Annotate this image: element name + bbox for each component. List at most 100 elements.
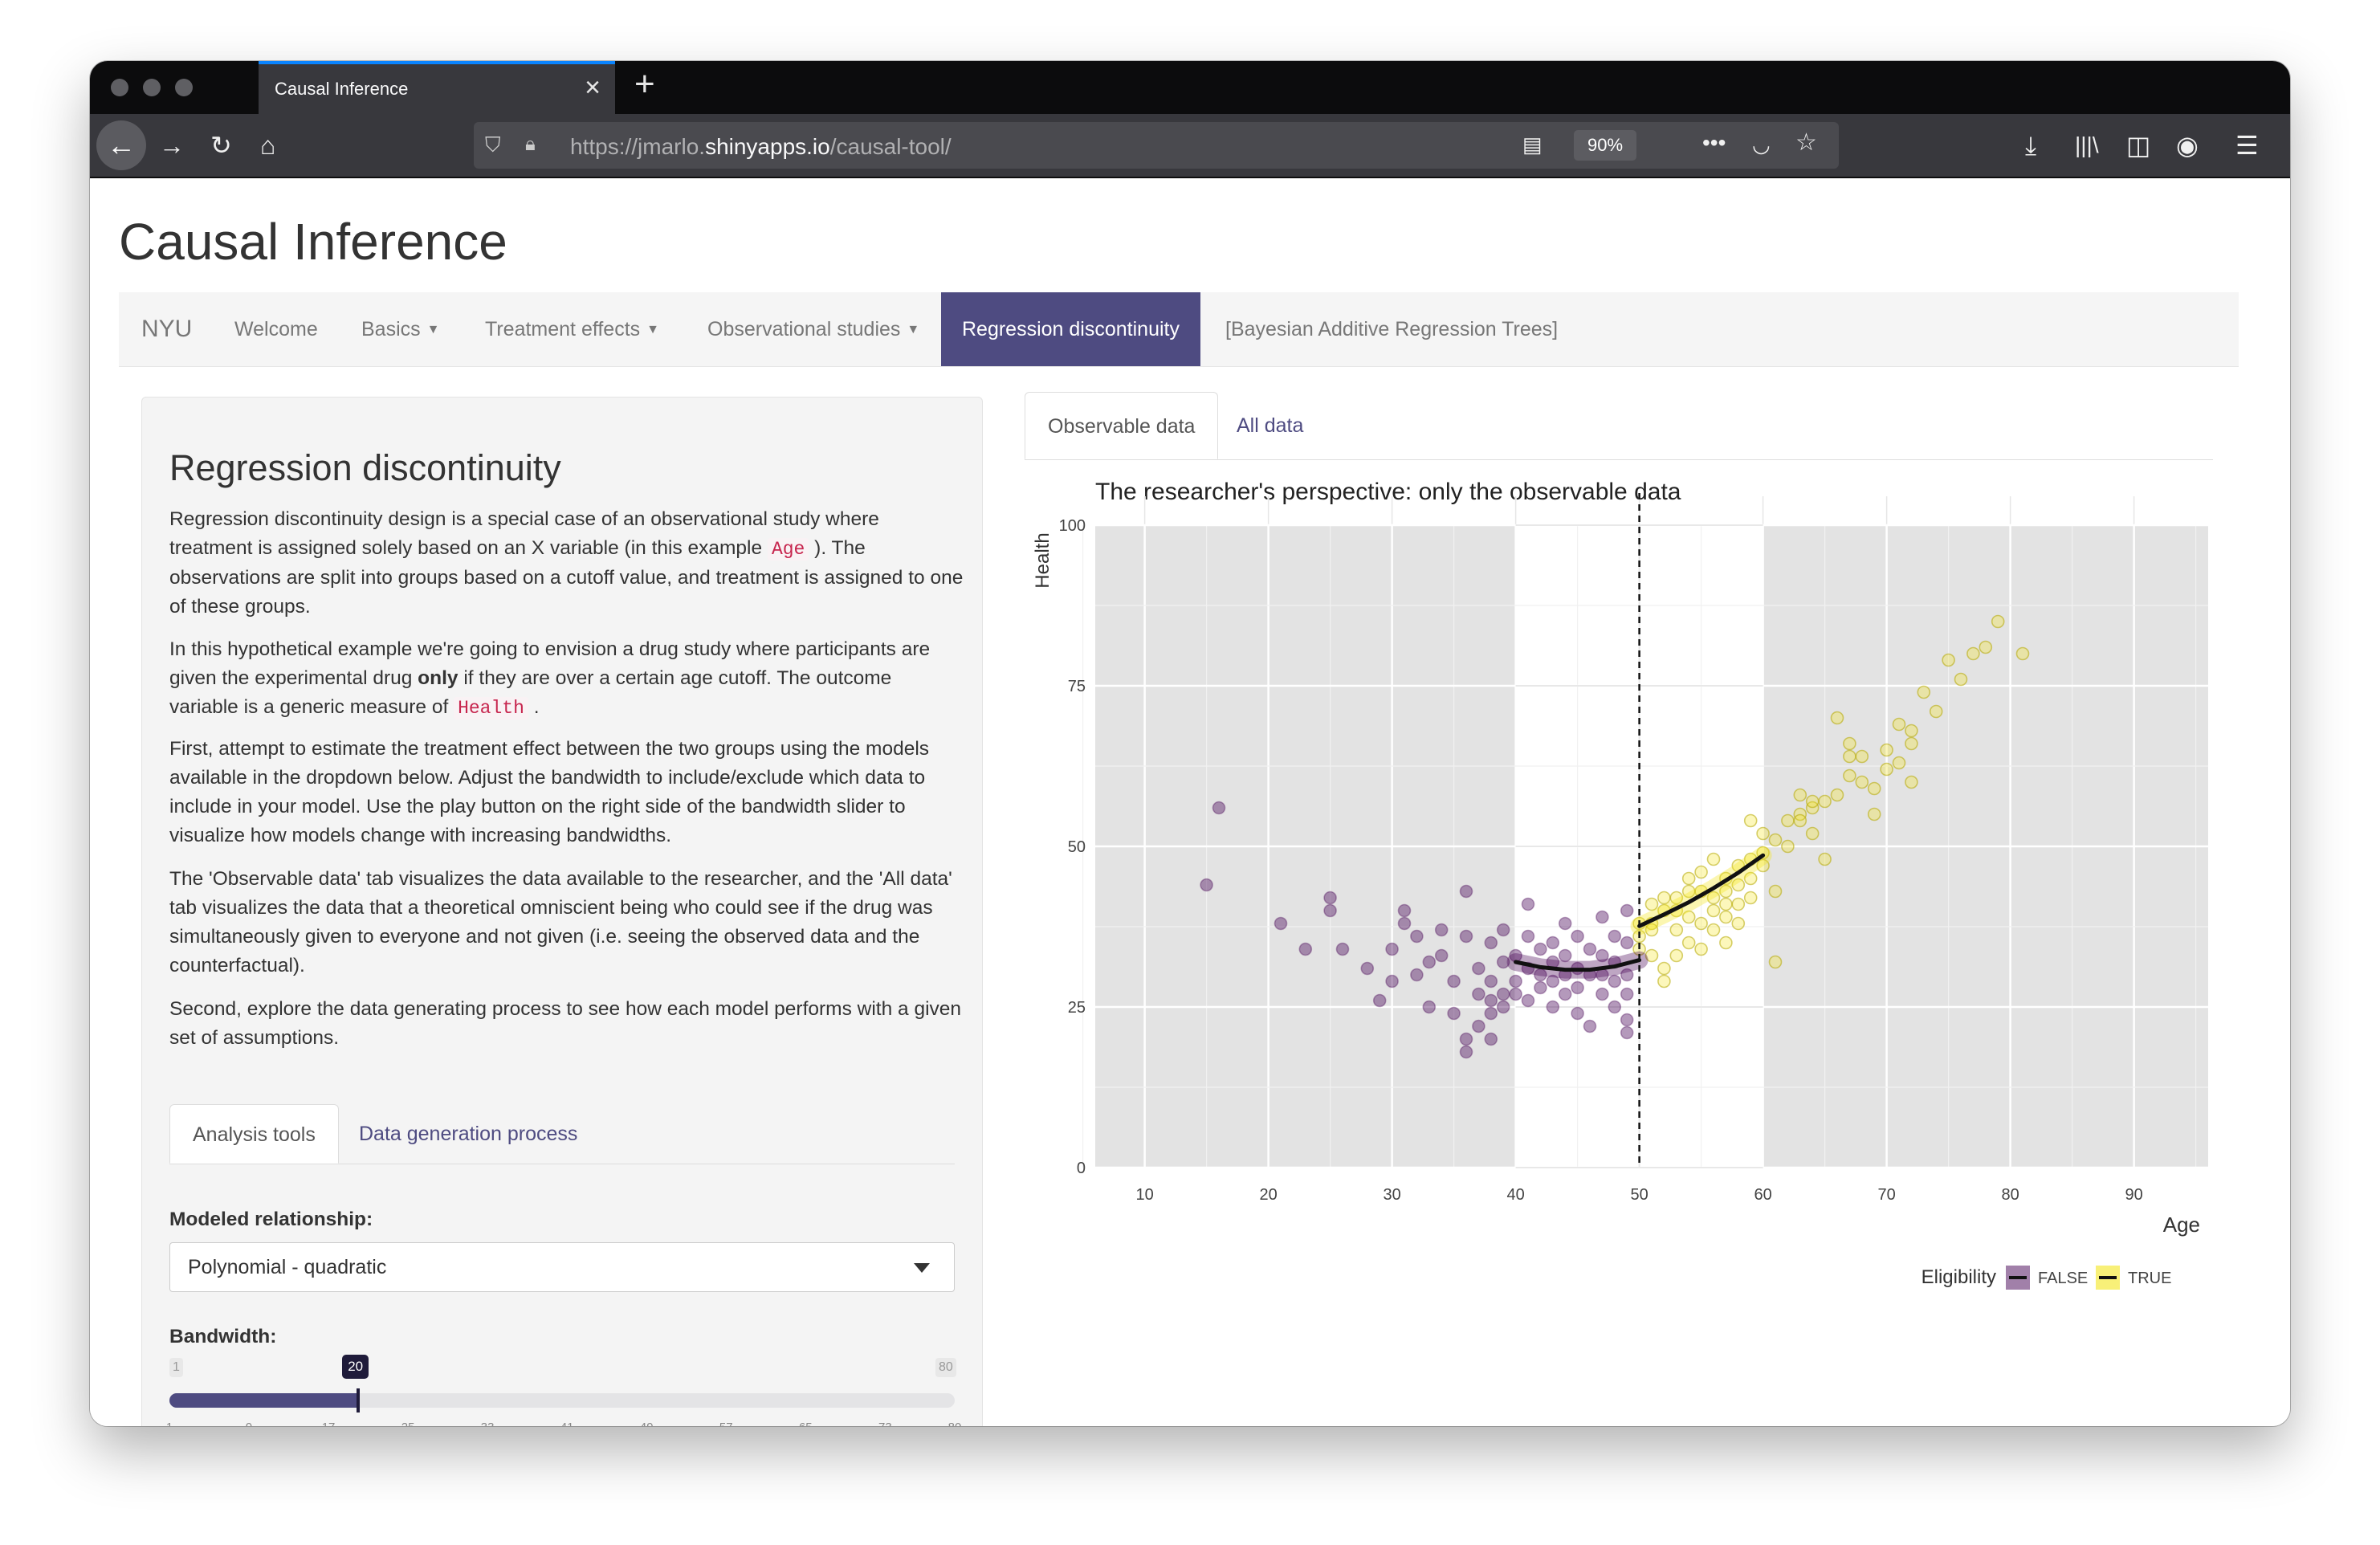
slider-tick-label: 17 — [322, 1421, 336, 1426]
rd-scatter-chart: The researcher's perspective: only the o… — [1025, 467, 2229, 1351]
reload-icon[interactable]: ↻ — [210, 132, 232, 159]
nav-bart[interactable]: [Bayesian Additive Regression Trees] — [1225, 292, 1558, 366]
bookmark-star-icon[interactable]: ☆ — [1795, 129, 1817, 157]
nav-basics-label: Basics — [361, 318, 421, 340]
account-icon[interactable]: ◉ — [2176, 132, 2199, 159]
point-false — [1360, 961, 1375, 976]
slider-tick-label: 49 — [640, 1421, 654, 1426]
slider-tick-label: 25 — [401, 1421, 415, 1426]
more-actions-icon[interactable]: ••• — [1702, 129, 1726, 157]
point-false — [1620, 1025, 1634, 1040]
point-true — [1867, 807, 1881, 821]
new-tab-icon[interactable]: + — [634, 64, 655, 104]
nav-regression-discontinuity-label: Regression discontinuity — [962, 318, 1180, 340]
shield-icon[interactable]: ⛉ — [485, 131, 501, 158]
reader-view-icon[interactable]: ▤ — [1522, 131, 1543, 158]
point-true — [1743, 891, 1758, 905]
tab-data-generation-process[interactable]: Data generation process — [336, 1104, 600, 1164]
point-true — [1855, 775, 1869, 789]
point-true — [1669, 923, 1684, 937]
point-false — [1274, 916, 1288, 931]
nav-basics-dropdown[interactable]: Basics ▼ — [361, 292, 439, 366]
point-true — [1694, 865, 1708, 879]
point-false — [1571, 929, 1584, 944]
point-true — [1706, 852, 1721, 866]
point-true — [1768, 884, 1783, 899]
y-tick-label: 100 — [1059, 517, 1086, 535]
tab-analysis-tools[interactable]: Analysis tools — [169, 1104, 339, 1164]
forward-icon[interactable]: → — [159, 132, 185, 159]
point-true — [1892, 756, 1906, 770]
nav-treatment-effects-dropdown[interactable]: Treatment effects ▼ — [485, 292, 659, 366]
point-true — [1855, 749, 1869, 764]
point-true — [1880, 762, 1893, 777]
slider-min-label: 1 — [169, 1358, 183, 1377]
point-true — [1719, 936, 1733, 950]
modeled-relationship-select[interactable]: Polynomial - quadratic — [169, 1242, 955, 1292]
slider-tick-label: 73 — [878, 1421, 892, 1426]
point-false — [1583, 942, 1597, 956]
window-close-dot[interactable] — [111, 79, 128, 96]
tab-all-data[interactable]: All data — [1214, 392, 1326, 459]
nav-observational-studies-dropdown[interactable]: Observational studies ▼ — [707, 292, 919, 366]
x-tick-label: 10 — [1135, 1186, 1153, 1204]
point-true — [1818, 794, 1832, 809]
point-false — [1459, 1045, 1473, 1059]
point-true — [1644, 897, 1659, 911]
nav-welcome[interactable]: Welcome — [234, 292, 318, 366]
point-false — [1534, 942, 1547, 956]
sidebar-panel: Regression discontinuity Regression disc… — [141, 397, 983, 1426]
point-false — [1558, 987, 1572, 1001]
point-true — [1867, 781, 1881, 796]
point-true — [1681, 871, 1696, 886]
point-true — [1942, 653, 1955, 667]
point-false — [1385, 942, 1399, 956]
lock-icon[interactable]: 🔒︎ — [525, 131, 536, 158]
point-false — [1484, 936, 1498, 950]
point-true — [1843, 749, 1856, 764]
point-false — [1546, 936, 1560, 950]
point-false — [1608, 974, 1622, 989]
x-tick-label: 60 — [1754, 1186, 1771, 1204]
point-false — [1434, 923, 1449, 937]
zoom-level[interactable]: 90% — [1574, 130, 1636, 161]
point-true — [1991, 614, 2005, 629]
slider-value-label: 20 — [342, 1355, 369, 1379]
home-icon[interactable]: ⌂ — [260, 132, 275, 159]
point-false — [1595, 910, 1609, 924]
page-title: Causal Inference — [119, 213, 507, 271]
x-tick-label: 30 — [1383, 1186, 1400, 1204]
point-true — [1805, 826, 1820, 841]
nav-treatment-effects-label: Treatment effects — [485, 318, 641, 340]
tab-close-icon[interactable]: × — [585, 72, 601, 104]
url-text[interactable]: https://jmarlo.shinyapps.io/causal-tool/ — [570, 134, 952, 160]
point-false — [1422, 955, 1437, 969]
window-zoom-dot[interactable] — [175, 79, 193, 96]
menu-icon[interactable]: ☰ — [2235, 132, 2259, 159]
pocket-icon[interactable]: ◡ — [1752, 131, 1771, 158]
y-axis-label: Health — [1032, 532, 1053, 588]
window-minimize-dot[interactable] — [143, 79, 161, 96]
point-true — [1657, 974, 1671, 989]
point-false — [1484, 974, 1498, 989]
point-false — [1484, 993, 1498, 1008]
point-false — [1472, 1019, 1485, 1033]
navbar-brand[interactable]: NYU — [141, 292, 192, 366]
point-true — [1657, 891, 1671, 905]
point-true — [1768, 833, 1783, 847]
legend-label-true: TRUE — [2128, 1270, 2171, 1287]
point-false — [1620, 987, 1634, 1001]
browser-tab[interactable]: Causal Inference × — [259, 61, 615, 114]
library-icon[interactable]: |||\ — [2075, 132, 2099, 159]
point-true — [1781, 813, 1795, 828]
url-bar[interactable]: ⛉ 🔒︎ https://jmarlo.shinyapps.io/causal-… — [474, 122, 1839, 169]
sidebar-toggle-icon[interactable]: ◫ — [2126, 132, 2150, 159]
back-icon[interactable]: ← — [96, 120, 146, 170]
tab-observable-data[interactable]: Observable data — [1025, 392, 1219, 459]
slider-handle[interactable] — [357, 1388, 361, 1413]
bandwidth-slider[interactable] — [169, 1388, 955, 1413]
point-false — [1620, 1013, 1634, 1027]
point-true — [1781, 839, 1795, 854]
download-icon[interactable]: ⤓ — [2025, 132, 2036, 159]
nav-regression-discontinuity[interactable]: Regression discontinuity — [941, 292, 1200, 366]
